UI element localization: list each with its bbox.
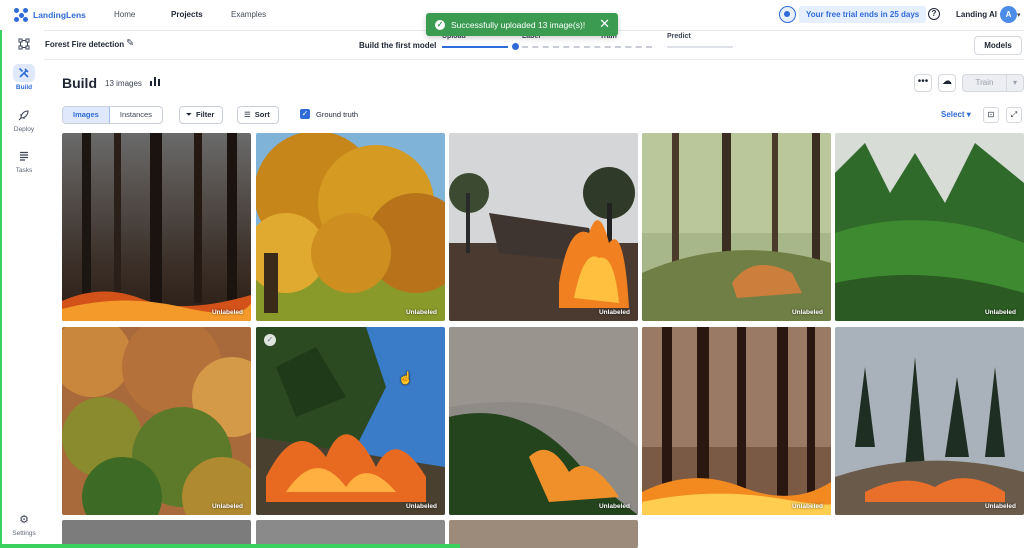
status-badge: Unlabeled <box>598 503 630 510</box>
image-tile[interactable]: Unlabeled <box>256 133 445 321</box>
image-count: 13 images <box>105 79 142 88</box>
cloud-upload-icon[interactable]: ☁ <box>938 74 956 92</box>
image-tile[interactable]: Unlabeled <box>449 327 638 515</box>
progress-remaining <box>522 46 652 48</box>
sidebar-item-label: Build <box>15 84 33 91</box>
burning-log-image <box>449 133 638 321</box>
list-icon <box>13 147 35 165</box>
status-badge: Unlabeled <box>791 503 823 510</box>
image-tile[interactable]: Unlabeled <box>835 327 1024 515</box>
sidebar-item-dataset[interactable] <box>8 35 40 55</box>
pointer-cursor-icon: ☝ <box>398 371 413 385</box>
trial-banner[interactable]: Your free trial ends in 25 days <box>799 6 927 23</box>
autumn-hillside-image <box>62 327 251 515</box>
landinglens-logo-icon <box>14 8 28 22</box>
image-tile[interactable]: Unlabeled <box>62 133 251 321</box>
sidebar-item-tasks[interactable]: Tasks <box>8 147 40 174</box>
sidebar-item-deploy[interactable]: Deploy <box>8 106 40 133</box>
check-circle-icon: ✓ <box>435 19 445 30</box>
sidebar-item-label: Settings <box>12 530 36 537</box>
sidebar-item-label: Deploy <box>13 126 35 133</box>
focus-icon[interactable]: ⊡ <box>983 107 999 123</box>
image-tile[interactable]: Unlabeled <box>835 133 1024 321</box>
sidebar-item-label: Tasks <box>15 167 33 174</box>
image-tile[interactable]: Unlabeled <box>62 327 251 515</box>
status-badge: Unlabeled <box>405 503 437 510</box>
sort-button[interactable]: ☰ Sort <box>237 106 279 124</box>
green-pine-forest-image <box>835 133 1024 321</box>
rocket-icon <box>13 106 35 124</box>
nav-examples[interactable]: Examples <box>231 10 266 19</box>
avatar[interactable]: A <box>1000 6 1017 23</box>
upload-success-toast: ✓ Successfully uploaded 13 image(s)! ✕ <box>426 13 618 36</box>
pencil-icon[interactable]: ✎ <box>126 38 134 49</box>
select-checkbox[interactable]: ✓ <box>264 334 276 346</box>
status-badge: Unlabeled <box>598 309 630 316</box>
expand-icon[interactable]: ⤢ <box>1006 107 1022 123</box>
status-badge: Unlabeled <box>211 309 243 316</box>
tab-instances[interactable]: Instances <box>110 107 162 123</box>
filter-button-label: Filter <box>196 110 215 119</box>
sidebar-item-settings[interactable]: ⚙ Settings <box>8 510 40 538</box>
pine-ridge-fire-image <box>835 327 1024 515</box>
image-tile[interactable]: ✓ Unlabeled <box>256 327 445 515</box>
progress-predict <box>667 46 733 48</box>
sort-icon: ☰ <box>244 110 251 119</box>
filter-button[interactable]: ⏷ Filter <box>179 106 224 124</box>
image-tile[interactable] <box>449 520 638 548</box>
select-dropdown[interactable]: Select ▾ <box>941 110 971 119</box>
ground-truth-checkbox[interactable]: ✓ <box>300 109 310 119</box>
progress-current-dot <box>512 43 519 50</box>
smoke-hill-fire-image <box>449 327 638 515</box>
project-goal: Build the first model <box>359 41 437 50</box>
pine-fire-blue-sky-image <box>256 327 445 515</box>
dataset-graph-icon <box>13 35 35 53</box>
nav-home[interactable]: Home <box>114 10 135 19</box>
status-badge: Unlabeled <box>984 309 1016 316</box>
status-badge: Unlabeled <box>984 503 1016 510</box>
page-scroll-indicator <box>0 544 460 548</box>
trial-badge-icon[interactable] <box>779 6 796 23</box>
gallery-image <box>449 520 638 548</box>
autumn-tree-image <box>256 133 445 321</box>
gear-icon: ⚙ <box>19 513 29 526</box>
status-badge: Unlabeled <box>405 309 437 316</box>
tab-images[interactable]: Images <box>63 107 110 123</box>
tools-icon <box>13 64 35 82</box>
filter-icon: ⏷ <box>186 110 192 119</box>
org-name[interactable]: Landing AI <box>956 10 997 19</box>
project-name: Forest Fire detection <box>45 40 125 49</box>
help-icon[interactable]: ? <box>928 8 940 20</box>
page-title: Build <box>62 75 97 91</box>
status-badge: Unlabeled <box>791 309 823 316</box>
tall-pines-fire-image <box>642 327 831 515</box>
app-name: LandingLens <box>33 10 86 20</box>
train-button[interactable]: Train ▾ <box>962 74 1024 92</box>
nav-projects[interactable]: Projects <box>171 10 203 19</box>
bar-chart-icon[interactable] <box>150 77 160 89</box>
close-icon[interactable]: ✕ <box>599 17 610 31</box>
toast-message: Successfully uploaded 13 image(s)! <box>451 19 586 30</box>
image-tile[interactable]: Unlabeled <box>642 327 831 515</box>
sidebar: Build Deploy Tasks ⚙ Settings <box>0 30 44 548</box>
status-badge: Unlabeled <box>211 503 243 510</box>
app-logo[interactable]: LandingLens <box>14 8 114 22</box>
green-forest-smoke-image <box>642 133 831 321</box>
sort-button-label: Sort <box>254 110 270 119</box>
image-tile[interactable]: Unlabeled <box>449 133 638 321</box>
image-tile[interactable]: Unlabeled <box>642 133 831 321</box>
sidebar-item-build[interactable]: Build <box>8 64 40 91</box>
select-label: Select <box>941 110 965 119</box>
more-options-button[interactable]: ••• <box>914 74 932 92</box>
chevron-down-icon[interactable]: ▾ <box>1007 75 1023 91</box>
ground-truth-label: Ground truth <box>316 110 359 119</box>
step-predict: Predict <box>667 33 691 40</box>
forest-fire-image <box>62 133 251 321</box>
chevron-down-icon[interactable]: ▾ <box>1017 11 1021 19</box>
view-toggle: Images Instances <box>62 106 163 124</box>
progress-upload <box>442 46 508 48</box>
models-button[interactable]: Models <box>974 36 1022 55</box>
train-button-label: Train <box>963 75 1007 91</box>
